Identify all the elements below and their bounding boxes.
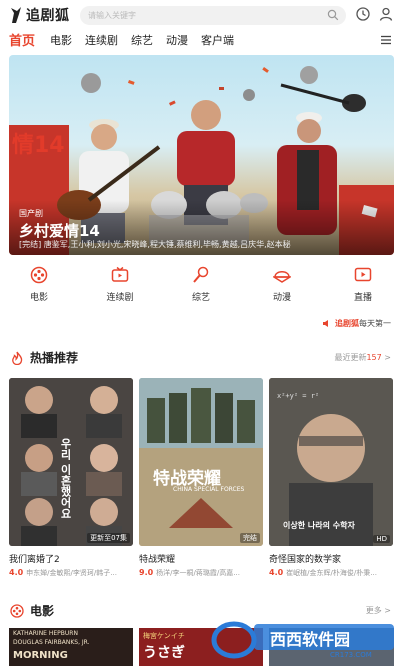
tv-icon: [111, 266, 129, 282]
user-icon[interactable]: [378, 6, 394, 22]
tab-variety[interactable]: 综艺: [131, 32, 153, 48]
poster-meta: 4.0 崔岷植/金东辉/朴海俊/朴秉...: [269, 568, 397, 578]
search-icon[interactable]: [327, 9, 339, 21]
menu-icon[interactable]: [380, 34, 392, 46]
poster-text: 梅宮ケンイチ: [143, 632, 185, 640]
poster-meta: 4.0 申东婵/金敏熙/李贤珂/韩子...: [9, 568, 137, 578]
flame-icon: [12, 351, 23, 365]
poster-title-art: 이상한 나라의 수학자: [283, 521, 355, 530]
banner-title: 乡村爱情14: [19, 222, 100, 240]
category-label: 直播: [353, 293, 372, 303]
poster-title-art: 우리 이혼했어요: [59, 438, 72, 519]
watermark-subtext: CR173.COM: [330, 651, 372, 659]
poster-cast: 杨洋/李一桐/蒋璐霞/高嘉...: [156, 569, 240, 577]
poster-image: [139, 378, 263, 546]
poster-card[interactable]: 特战荣耀 CHINA SPECIAL FORCES 完结: [139, 378, 263, 546]
poster-score: 4.0: [269, 568, 284, 577]
category-series[interactable]: 连续剧: [90, 266, 150, 303]
poster-subtitle-art: CHINA SPECIAL FORCES: [173, 486, 245, 493]
poster-meta: 9.0 杨洋/李一桐/蒋璐霞/高嘉...: [139, 568, 267, 578]
hero-banner[interactable]: 情14 国产剧 乡村爱情14 [完结] 唐鉴军,王小利,刘小光,宋晓峰,程大锤,…: [9, 55, 394, 255]
announcement-ticker[interactable]: 追剧狐 每天第一: [322, 318, 391, 329]
tab-anime[interactable]: 动漫: [166, 32, 188, 48]
poster-cast: 申东婵/金敏熙/李贤珂/韩子...: [26, 569, 117, 577]
history-clock-icon[interactable]: [355, 6, 371, 22]
tab-home[interactable]: 首页: [9, 30, 35, 49]
poster-card[interactable]: x²+y² = r² 이상한 나라의 수학자 HD: [269, 378, 393, 546]
poster-title[interactable]: 特战荣耀: [139, 552, 175, 565]
banner-side-text: 情14: [12, 133, 65, 158]
recent-updates-label: 最近更新: [334, 353, 367, 362]
tab-series[interactable]: 连续剧: [85, 32, 118, 48]
category-variety[interactable]: 综艺: [171, 266, 231, 303]
poster-title[interactable]: 奇怪国家的数学家: [269, 552, 341, 565]
top-bar: 追剧狐: [0, 0, 400, 30]
category-movie[interactable]: 电影: [9, 266, 69, 303]
quality-badge: HD: [373, 535, 390, 543]
section-title: 电影: [30, 604, 55, 618]
ticker-brand: 追剧狐: [335, 319, 359, 328]
hot-section-header: 热播推荐 最近更新157 >: [0, 348, 400, 368]
film-reel-icon: [30, 266, 48, 284]
poster-title[interactable]: 我们离婚了2: [9, 552, 60, 565]
chevron-right-icon: >: [384, 353, 391, 362]
recent-updates-link[interactable]: 最近更新157 >: [334, 352, 391, 363]
tab-movies[interactable]: 电影: [50, 32, 72, 48]
category-bar: 电影 连续剧 综艺 动漫 直播: [0, 266, 400, 311]
ticker-text: 每天第一: [359, 319, 391, 328]
app-logo[interactable]: 追剧狐: [9, 5, 70, 25]
recent-updates-count: 157: [366, 353, 382, 362]
poster-text: MORNING: [13, 650, 68, 661]
episode-badge: 更新至07集: [87, 533, 130, 543]
poster-cast: 崔岷植/金东辉/朴海俊/朴秉...: [286, 569, 377, 577]
section-title: 热播推荐: [30, 351, 79, 365]
app-name: 追剧狐: [26, 8, 70, 24]
poster-text: DOUGLAS FAIRBANKS, JR.: [13, 639, 90, 646]
tab-client[interactable]: 客户端: [201, 32, 234, 48]
category-label: 电影: [29, 293, 48, 303]
poster-score: 4.0: [9, 568, 24, 577]
poster-text: うさぎ: [143, 645, 185, 661]
site-watermark: 西西软件园 CR173.COM: [210, 618, 396, 662]
category-label: 连续剧: [106, 293, 134, 303]
watermark-text: 西西软件园: [270, 630, 351, 649]
poster-card[interactable]: KATHARINE HEPBURN DOUGLAS FAIRBANKS, JR.…: [9, 628, 133, 666]
banner-cast: [完结] 唐鉴军,王小利,刘小光,宋晓峰,程大锤,蔡维利,毕畅,黄越,吕庆华,赵…: [19, 240, 291, 249]
search-input[interactable]: [88, 11, 318, 20]
category-label: 动漫: [272, 293, 291, 303]
film-reel-icon: [10, 604, 24, 618]
speaker-icon: [323, 320, 328, 327]
more-link[interactable]: 更多 >: [366, 605, 391, 616]
anime-hat-icon: [273, 271, 291, 283]
microphone-icon: [193, 266, 209, 283]
search-bar[interactable]: [80, 6, 346, 25]
category-live[interactable]: 直播: [333, 266, 393, 303]
poster-card[interactable]: 우리 이혼했어요 更新至07集: [9, 378, 133, 546]
main-nav: 首页 电影 连续剧 综艺 动漫 客户端: [0, 30, 400, 52]
poster-text: KATHARINE HEPBURN: [13, 630, 78, 637]
fox-logo-icon: [11, 7, 21, 23]
category-label: 综艺: [191, 293, 210, 303]
poster-score: 9.0: [139, 568, 154, 577]
category-anime[interactable]: 动漫: [252, 266, 312, 303]
live-play-icon: [354, 267, 372, 282]
status-badge: 完结: [240, 533, 260, 543]
banner-genre-tag: 国产剧: [19, 209, 43, 218]
svg-text:x²+y² = r²: x²+y² = r²: [277, 392, 319, 400]
